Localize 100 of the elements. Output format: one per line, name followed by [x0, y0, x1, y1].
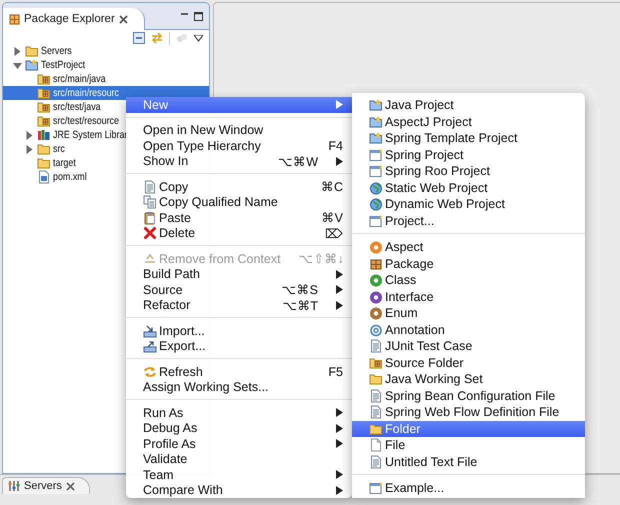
menu-item[interactable]: JUnit Test Case — [352, 338, 585, 354]
menu-item[interactable]: Source ⌥⌘S — [126, 282, 352, 298]
package-explorer-tab[interactable]: Package Explorer — [3, 8, 145, 30]
globe-icon — [369, 197, 383, 212]
view-menu-icon[interactable] — [194, 34, 203, 42]
package-icon — [9, 14, 20, 24]
menu-item[interactable]: Export... — [126, 338, 352, 354]
tree-item[interactable]: src/main/java — [3, 72, 117, 86]
menu-item[interactable]: Build Path — [126, 266, 352, 282]
expand-toggle-icon[interactable] — [25, 144, 34, 154]
menu-item[interactable]: Delete ⌦ — [126, 226, 352, 241]
ring-icon — [369, 322, 383, 337]
document-icon — [369, 405, 383, 420]
menu-item[interactable]: Show In ⌥⌘W — [126, 154, 352, 169]
menu-item[interactable]: Spring Template Project — [352, 130, 585, 146]
servers-tab[interactable]: Servers — [2, 477, 90, 494]
menu-item[interactable]: AspectJ Project — [352, 114, 585, 130]
tree-item[interactable]: Servers — [3, 44, 80, 58]
menu-item[interactable]: Source Folder — [352, 354, 585, 371]
menu-item[interactable]: Compare With — [126, 482, 352, 498]
menu-item[interactable]: Import... — [126, 323, 352, 338]
shortcut-label: ⌘C — [320, 179, 343, 194]
tree-item[interactable]: pom.xml — [3, 170, 95, 184]
menu-item[interactable]: Copy ⌘C — [126, 179, 352, 194]
menu-item[interactable]: New — [126, 97, 352, 112]
tree-item[interactable]: src/main/resourc — [3, 86, 209, 100]
project-folder-icon — [25, 58, 39, 72]
menu-item[interactable]: Paste ⌘V — [126, 210, 352, 226]
folder-icon — [37, 156, 51, 170]
tree-item[interactable]: src/test/java — [3, 100, 112, 114]
menu-item[interactable]: Static Web Project — [352, 180, 585, 196]
menu-item[interactable]: Java Working Set — [352, 371, 585, 388]
delete-icon — [143, 226, 157, 240]
close-icon[interactable] — [66, 482, 75, 490]
menu-item[interactable]: Team — [126, 467, 352, 482]
window-icon — [369, 148, 383, 162]
menu-item[interactable]: Project... — [352, 212, 585, 229]
menu-item[interactable]: Enum — [352, 305, 585, 322]
documents-icon — [143, 195, 157, 210]
dots-icon[interactable] — [176, 32, 188, 44]
menu-item[interactable]: Copy Qualified Name — [126, 194, 352, 210]
books-icon — [37, 128, 51, 142]
menu-item[interactable]: Spring Bean Configuration File — [352, 388, 585, 404]
menu-item[interactable]: Aspect — [352, 239, 585, 256]
shortcut-label: ⌥⌘W — [277, 154, 318, 169]
menu-item[interactable]: Refresh F5 — [126, 364, 352, 380]
shortcut-label: ⌦ — [324, 226, 343, 241]
menu-item[interactable]: Validate — [126, 452, 352, 467]
tree-item[interactable]: TestProject — [3, 58, 95, 72]
close-icon[interactable] — [118, 14, 128, 24]
menu-item[interactable]: Interface — [352, 288, 585, 305]
document-icon — [369, 339, 383, 354]
tree-item[interactable]: target — [3, 156, 82, 170]
shortcut-label: ⌥⌘S — [280, 282, 318, 298]
folder-icon — [25, 44, 39, 58]
tree-item[interactable]: src — [3, 142, 69, 156]
tab-label: Servers — [24, 480, 62, 492]
menu-item[interactable]: File — [352, 437, 585, 454]
servers-icon — [8, 480, 20, 492]
shortcut-label: F4 — [327, 138, 343, 153]
package-folder-icon — [37, 114, 51, 128]
menu-item[interactable]: Refactor ⌥⌘T — [126, 298, 352, 313]
import-icon — [143, 324, 157, 338]
file-icon — [369, 438, 383, 452]
maximize-icon[interactable] — [194, 12, 203, 21]
clipboard-icon — [143, 210, 157, 225]
expand-toggle-icon[interactable] — [13, 60, 22, 70]
menu-item[interactable]: Java Project — [352, 97, 585, 114]
shortcut-label: F5 — [327, 364, 343, 379]
window-icon — [369, 214, 383, 228]
menu-item[interactable]: Spring Web Flow Definition File — [352, 404, 585, 420]
menu-item[interactable]: Example... — [352, 480, 585, 496]
project-folder-icon — [369, 131, 383, 146]
menu-item[interactable]: Dynamic Web Project — [352, 196, 585, 212]
folder-icon — [369, 372, 383, 386]
menu-item[interactable]: Folder — [352, 420, 585, 437]
expand-toggle-icon[interactable] — [13, 46, 22, 56]
shortcut-label: ⌥⇧⌘↓ — [298, 251, 344, 266]
package-icon — [369, 256, 383, 271]
expand-toggle-icon[interactable] — [25, 130, 34, 140]
menu-item[interactable]: Package — [352, 256, 585, 272]
menu-item[interactable]: Assign Working Sets... — [126, 380, 352, 395]
menu-item[interactable]: Profile As — [126, 436, 352, 452]
project-folder-icon — [369, 114, 383, 129]
document-icon — [369, 454, 383, 469]
document-icon — [369, 388, 383, 403]
menu-item[interactable]: Debug As — [126, 420, 352, 436]
menu-item[interactable]: Run As — [126, 405, 352, 420]
shortcut-label: ⌘V — [320, 210, 343, 226]
tab-label: Package Explorer — [24, 13, 115, 25]
globe-icon — [369, 180, 383, 195]
collapse-all-icon[interactable] — [133, 32, 145, 44]
folder-icon — [369, 422, 383, 436]
window-icon — [369, 164, 383, 178]
package-folder-icon — [37, 72, 51, 86]
menu-item[interactable]: Class — [352, 272, 585, 288]
menu-item[interactable]: Spring Roo Project — [352, 163, 585, 180]
menu-item[interactable]: Spring Project — [352, 146, 585, 163]
menu-item[interactable]: Untitled Text File — [352, 454, 585, 470]
menu-item[interactable]: Annotation — [352, 322, 585, 338]
